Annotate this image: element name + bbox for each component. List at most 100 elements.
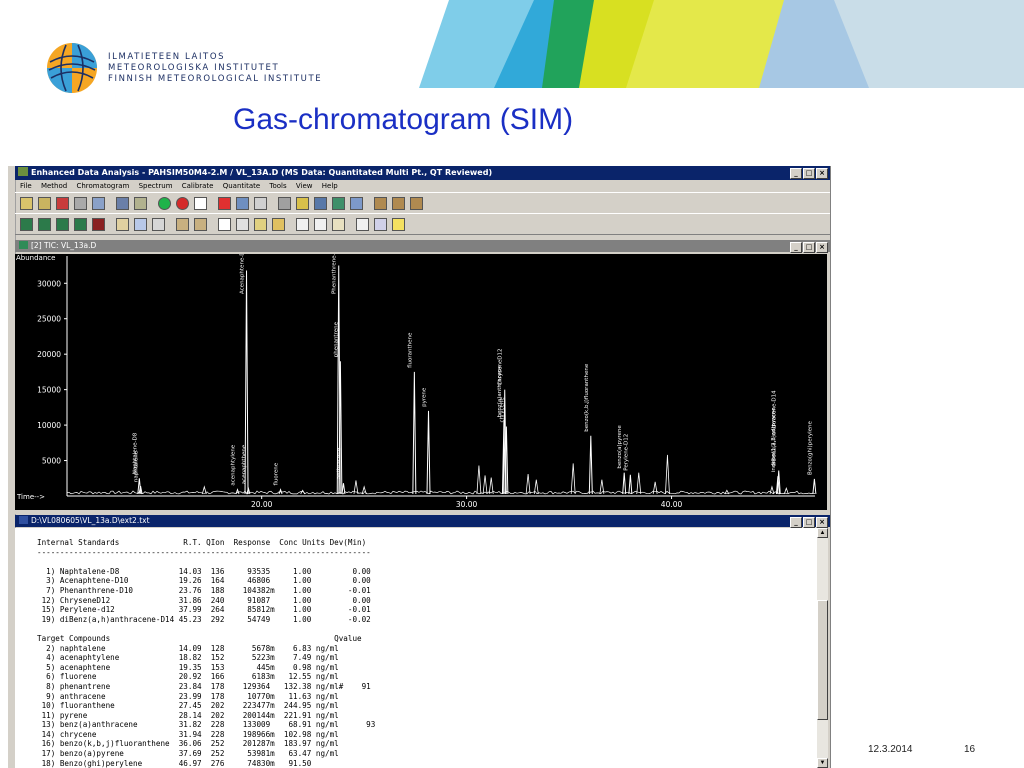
check-3-icon[interactable] [272, 217, 285, 231]
peak-label: fluorene [274, 462, 280, 485]
check-1-icon[interactable] [236, 217, 249, 231]
chart-icon[interactable] [314, 196, 327, 210]
quantitation-report: Internal Standards R.T. QIon Response Co… [37, 538, 375, 768]
institute-name: ILMATIETEEN LAITOS METEOROLOGISKA INSTIT… [108, 52, 322, 85]
tic-minimize-button[interactable]: _ [790, 242, 802, 253]
report-line: 10) fluoranthene 27.45 202 223477m 244.9… [37, 701, 339, 711]
integrate-icon[interactable] [116, 196, 129, 210]
scroll-thumb[interactable] [817, 600, 828, 720]
building-1-icon[interactable] [176, 217, 189, 231]
menu-help[interactable]: Help [322, 182, 338, 190]
report-line: 2) naphtalene 14.09 128 5678m 6.83 ng/ml [37, 643, 339, 653]
menu-bar: File Method Chromatogram Spectrum Calibr… [15, 180, 830, 192]
peak-1-icon[interactable] [116, 217, 129, 231]
y-axis-label: Abundance [16, 254, 55, 262]
open-method-icon[interactable] [38, 196, 51, 210]
x-tick-label: 30.00 [456, 500, 478, 509]
peak-label: chrycene [499, 397, 505, 423]
report-line: 1) Naphtalene-D8 14.03 136 93535 1.00 0.… [37, 566, 371, 576]
blank-icon[interactable] [194, 196, 207, 210]
print-icon[interactable] [74, 196, 87, 210]
peak-label: phenantrene [333, 321, 339, 357]
tic-4-icon[interactable] [74, 217, 87, 231]
peak-label: Benzo(ghi)perylene [807, 421, 813, 475]
fmi-logo [47, 43, 97, 93]
peak-label: Phenanthrene-D10 [332, 254, 338, 294]
tic-maximize-button[interactable]: □ [803, 242, 815, 253]
peak-label: acenaphtylene [231, 444, 237, 485]
tic-5-icon[interactable] [92, 217, 105, 231]
y-tick-label: 25000 [37, 315, 61, 324]
peak-label: pyrene [421, 387, 427, 407]
x-tick-label: 40.00 [661, 500, 683, 509]
menu-spectrum[interactable]: Spectrum [139, 182, 173, 190]
institute-line-sv: METEOROLOGISKA INSTITUTET [108, 63, 280, 73]
menu-method[interactable]: Method [41, 182, 67, 190]
hammer-3-icon[interactable] [410, 196, 423, 210]
report-window-icon [19, 516, 28, 524]
menu-tools[interactable]: Tools [269, 182, 286, 190]
report-icon[interactable] [92, 196, 105, 210]
tic-3-icon[interactable] [56, 217, 69, 231]
copy-1-icon[interactable] [296, 217, 309, 231]
analysis-app-window: Enhanced Data Analysis - PAHSIM50M4-2.M … [8, 166, 831, 768]
report-close-button[interactable]: × [816, 517, 828, 528]
check-2-icon[interactable] [254, 217, 267, 231]
peak [628, 474, 633, 495]
minimize-button[interactable]: _ [790, 168, 802, 179]
close-button[interactable]: × [816, 168, 828, 179]
report-line: 15) Perylene-d12 37.99 264 85812m 1.00 -… [37, 605, 371, 615]
help-icon[interactable] [392, 217, 405, 231]
spectrum-icon[interactable] [278, 196, 291, 210]
maximize-button[interactable]: □ [803, 168, 815, 179]
x-axis-label: Time--> [16, 493, 45, 501]
tile-icon[interactable] [236, 196, 249, 210]
hammer-1-icon[interactable] [374, 196, 387, 210]
page-icon[interactable] [218, 217, 231, 231]
report-line: 9) anthracene 23.99 178 10770m 11.63 ng/… [37, 691, 339, 701]
app-titlebar[interactable]: Enhanced Data Analysis - PAHSIM50M4-2.M … [15, 166, 830, 180]
wave-icon[interactable] [332, 196, 345, 210]
quant-icon[interactable] [296, 196, 309, 210]
report-line [37, 624, 375, 634]
peak-3-icon[interactable] [152, 217, 165, 231]
menu-quantitate[interactable]: Quantitate [223, 182, 260, 190]
copy-3-icon[interactable] [332, 217, 345, 231]
report-window-titlebar[interactable]: D:\VL080605\VL_13a.D\ext2.txt _ □ × [15, 515, 830, 528]
building-2-icon[interactable] [194, 217, 207, 231]
scroll-down-arrow[interactable]: ▼ [817, 758, 828, 768]
disk-2-icon[interactable] [374, 217, 387, 231]
tic-2-icon[interactable] [38, 217, 51, 231]
peak-2-icon[interactable] [134, 217, 147, 231]
calibrate-icon[interactable] [350, 196, 363, 210]
tic-window-titlebar[interactable]: [2] TIC: VL_13a.D _ □ × [15, 240, 830, 253]
stop-red-icon[interactable] [176, 196, 189, 210]
menu-file[interactable]: File [20, 182, 32, 190]
report-minimize-button[interactable]: _ [790, 517, 802, 528]
app-icon [18, 167, 28, 176]
menu-calibrate[interactable]: Calibrate [182, 182, 214, 190]
report-maximize-button[interactable]: □ [803, 517, 815, 528]
color-grid-icon[interactable] [218, 196, 231, 210]
doc-icon[interactable] [254, 196, 267, 210]
load-file-icon[interactable] [20, 196, 33, 210]
tic-chromatogram[interactable]: Abundance 5000 10000 15000 20000 25000 30000 Ti… [15, 254, 827, 510]
menu-view[interactable]: View [296, 182, 313, 190]
window-splitter[interactable] [15, 510, 830, 514]
hammer-2-icon[interactable] [392, 196, 405, 210]
scroll-up-arrow[interactable]: ▲ [817, 528, 828, 538]
go-green-icon[interactable] [158, 196, 171, 210]
menu-chromatogram[interactable]: Chromatogram [76, 182, 129, 190]
disk-1-icon[interactable] [356, 217, 369, 231]
report-scrollbar[interactable]: ▲ ▼ [817, 528, 828, 768]
save-method-icon[interactable] [56, 196, 69, 210]
report-line: 8) phenantrene 23.84 178 129364 132.38 n… [37, 681, 371, 691]
report-text-area[interactable]: Internal Standards R.T. QIon Response Co… [15, 528, 817, 768]
tic-close-button[interactable]: × [816, 242, 828, 253]
tic-1-icon[interactable] [20, 217, 33, 231]
minor-peak [482, 475, 488, 495]
copy-2-icon[interactable] [314, 217, 327, 231]
peak-label: ChryseneD12 [498, 348, 504, 385]
peak-label: naphtalene [134, 450, 140, 482]
library-icon[interactable] [134, 196, 147, 210]
